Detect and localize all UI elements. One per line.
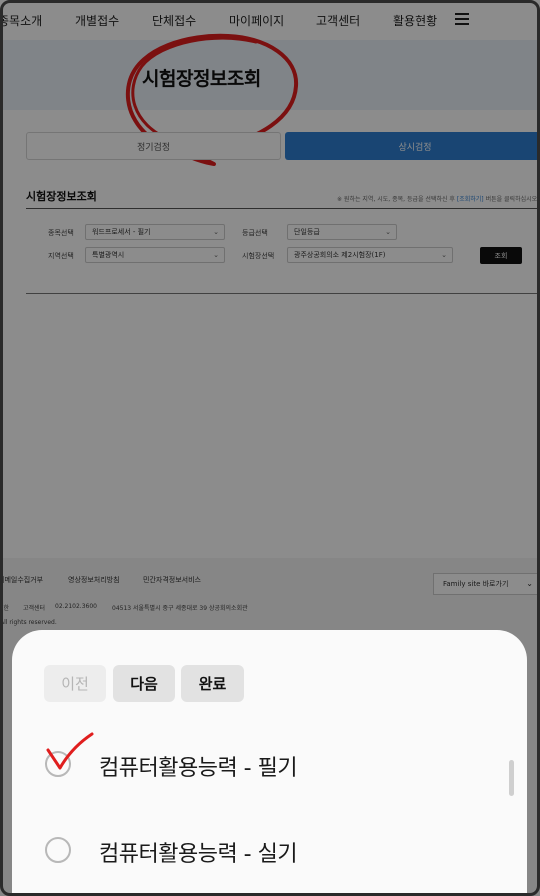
footer-center-label: 고객센터: [23, 605, 46, 612]
divider: [26, 293, 540, 294]
chevron-down-icon: ⌄: [213, 228, 219, 236]
site-label: 시험장선택: [242, 252, 275, 260]
subject-select-value: 워드프로세서 - 필기: [92, 228, 151, 236]
prev-button[interactable]: 이전: [44, 665, 106, 702]
chevron-down-icon: ⌄: [385, 228, 391, 236]
nav-item-customer-center[interactable]: 고객센터: [316, 12, 360, 29]
family-site-label: Family site 바로가기: [443, 580, 509, 588]
nav-item-individual-apply[interactable]: 개별접수: [75, 12, 119, 29]
picker-bottom-sheet: 이전 다음 완료 컴퓨터활용능력 - 필기 컴퓨터활용능력 - 실기: [12, 630, 527, 896]
footer-link-email-refusal[interactable]: 이메일수집거부: [0, 575, 43, 585]
section-title: 시험장정보조회: [26, 190, 97, 203]
nav-item-usage-status[interactable]: 활용현황: [393, 12, 437, 29]
footer-link-video-policy[interactable]: 영상정보처리방침: [68, 575, 120, 585]
tab-regular-exam[interactable]: 정기검정: [26, 132, 281, 160]
region-select-value: 특별광역시: [92, 251, 125, 259]
picker-option-computer-written[interactable]: 컴퓨터활용능력 - 필기: [45, 744, 485, 784]
chevron-down-icon: ⌄: [526, 579, 533, 588]
divider: [26, 208, 540, 209]
nav-item-subject-intro[interactable]: 종목소개: [0, 12, 42, 29]
region-label: 지역선택: [48, 252, 74, 260]
picker-option-computer-practical[interactable]: 컴퓨터활용능력 - 실기: [45, 830, 485, 870]
done-button[interactable]: 완료: [181, 665, 244, 702]
radio-circle-icon[interactable]: [45, 837, 71, 863]
section-note-link: [조회하기]: [456, 196, 484, 203]
subject-select[interactable]: 워드프로세서 - 필기 ⌄: [85, 224, 225, 240]
section-note-suffix: 버튼을 클릭하십시오: [485, 196, 538, 203]
footer-copyright: All rights reserved.: [0, 619, 57, 626]
grade-select[interactable]: 단일등급 ⌄: [287, 224, 397, 240]
footer-address: 04513 서울특별시 중구 세종대로 39 상공회의소회관: [112, 605, 248, 612]
red-checkmark-annotation-icon: [46, 732, 94, 770]
chevron-down-icon: ⌄: [441, 251, 447, 259]
footer-phone: 02.2102.3600: [55, 603, 97, 610]
tab-anytime-exam[interactable]: 상시검정: [285, 132, 540, 160]
subject-label: 종목선택: [48, 229, 74, 237]
option-label: 컴퓨터활용능력 - 실기: [99, 842, 298, 867]
search-button[interactable]: 조회: [480, 247, 522, 264]
section-note: ※ 원하는 지역, 시도, 종목, 등급을 선택하신 후 [조회하기] 버튼을 …: [337, 194, 537, 203]
region-select[interactable]: 특별광역시 ⌄: [85, 247, 225, 263]
chevron-down-icon: ⌄: [213, 251, 219, 259]
nav-item-group-apply[interactable]: 단체접수: [152, 12, 196, 29]
site-select[interactable]: 광주상공회의소 제2시험장(1F) ⌄: [287, 247, 453, 263]
footer-org: 대한: [0, 605, 10, 612]
scrollbar[interactable]: [509, 760, 514, 796]
option-label: 컴퓨터활용능력 - 필기: [99, 756, 298, 781]
nav-item-mypage[interactable]: 마이페이지: [229, 12, 284, 29]
family-site-select[interactable]: Family site 바로가기 ⌄: [433, 573, 540, 595]
hamburger-menu-icon[interactable]: [455, 13, 469, 25]
grade-label: 등급선택: [242, 229, 268, 237]
footer-link-private-cert[interactable]: 민간자격정보서비스: [143, 575, 201, 585]
grade-select-value: 단일등급: [294, 228, 320, 236]
site-select-value: 광주상공회의소 제2시험장(1F): [294, 251, 386, 259]
section-note-prefix: ※ 원하는 지역, 시도, 종목, 등급을 선택하신 후: [337, 196, 455, 203]
next-button[interactable]: 다음: [113, 665, 175, 702]
